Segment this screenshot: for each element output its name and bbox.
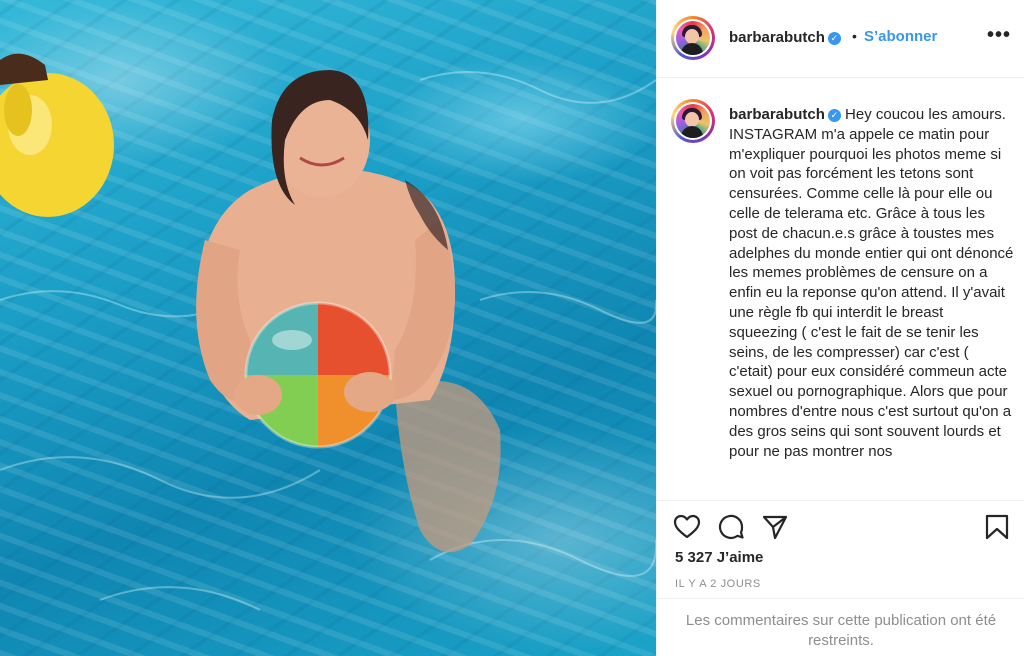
comment-icon[interactable] [717, 513, 745, 541]
caption-scroll-area[interactable]: barbarabutch ✓ Hey coucou les amours. INS… [657, 79, 1024, 500]
caption-author-avatar[interactable] [671, 99, 715, 143]
photo-illustration [0, 53, 656, 611]
author-username[interactable]: barbarabutch ✓ [729, 29, 841, 46]
likes-count[interactable]: 5 327 J’aime [675, 549, 763, 566]
post-actions: 5 327 J’aime IL Y A 2 JOURS [657, 500, 1024, 598]
caption-verified-badge-icon: ✓ [827, 109, 841, 122]
post-side-panel: barbarabutch ✓ • S’abonner ••• barbarabut… [656, 0, 1024, 656]
caption-username[interactable]: barbarabutch [729, 106, 825, 123]
verified-badge-icon: ✓ [827, 32, 841, 45]
post-photo[interactable] [0, 0, 656, 656]
share-icon[interactable] [761, 513, 789, 541]
more-options-icon[interactable]: ••• [987, 24, 1011, 47]
author-username-text[interactable]: barbarabutch [729, 29, 825, 46]
follow-button[interactable]: S’abonner [864, 28, 937, 45]
separator-dot: • [852, 28, 857, 44]
author-avatar[interactable] [671, 16, 715, 60]
heart-icon[interactable] [673, 513, 701, 541]
post-timestamp[interactable]: IL Y A 2 JOURS [675, 578, 761, 590]
post-caption: barbarabutch ✓ Hey coucou les amours. INS… [729, 105, 1015, 461]
pool-float [0, 53, 114, 217]
caption-text: Hey coucou les amours. INSTAGRAM m'a app… [729, 106, 1014, 460]
post-header: barbarabutch ✓ • S’abonner ••• [657, 0, 1024, 78]
comments-restricted-notice: Les commentaires sur cette publication o… [657, 598, 1024, 656]
bookmark-icon[interactable] [983, 513, 1011, 541]
